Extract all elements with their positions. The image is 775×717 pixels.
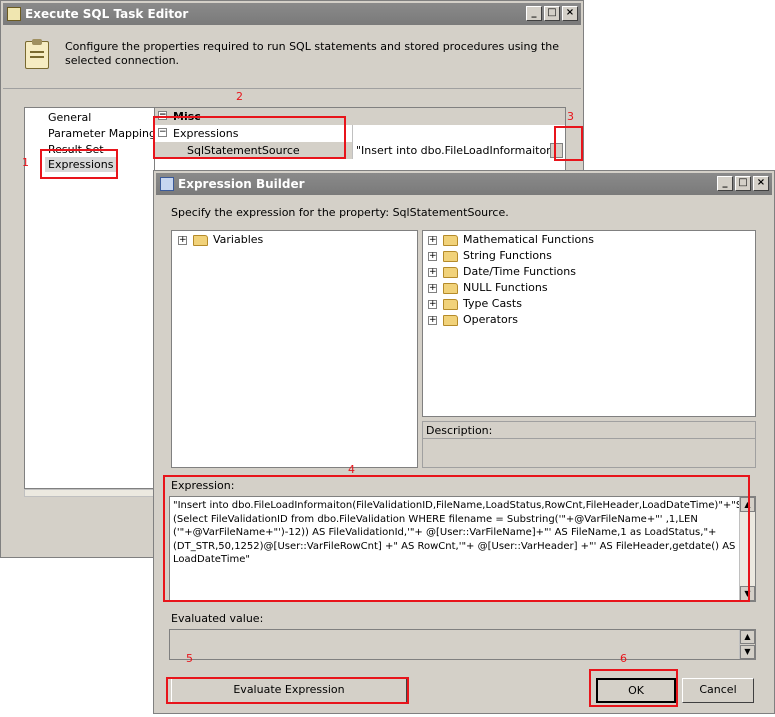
header-area: Configure the properties required to run…	[3, 27, 581, 89]
expand-variables-icon[interactable]: +	[178, 235, 187, 245]
close-button[interactable]: ×	[753, 176, 769, 191]
scroll-down-icon[interactable]: ▼	[740, 645, 755, 659]
annotation-box-6	[589, 669, 678, 707]
annotation-label-3: 3	[567, 110, 574, 123]
expand-icon[interactable]: +	[428, 235, 437, 245]
grid-property-value[interactable]: "Insert into dbo.FileLoadInformaiton(Fil…	[356, 142, 552, 159]
annotation-label-4: 4	[348, 463, 355, 476]
function-label: Type Casts	[463, 297, 522, 310]
folder-icon	[443, 266, 458, 278]
function-node[interactable]: + String Functions	[428, 249, 552, 262]
maximize-button[interactable]: □	[735, 176, 751, 191]
expression-builder-icon	[160, 177, 174, 191]
function-label: Operators	[463, 313, 518, 326]
sql-editor-title: Execute SQL Task Editor	[25, 7, 189, 21]
function-node[interactable]: + Operators	[428, 313, 518, 326]
expand-icon[interactable]: +	[428, 299, 437, 309]
variables-node[interactable]: + Variables	[178, 233, 263, 246]
annotation-label-2: 2	[236, 90, 243, 103]
variables-pane: + Variables	[171, 230, 418, 468]
expand-icon[interactable]: +	[428, 251, 437, 261]
folder-icon	[443, 250, 458, 262]
annotation-label-6: 6	[620, 652, 627, 665]
expr-builder-titlebar[interactable]: Expression Builder _ □ ×	[156, 173, 772, 195]
folder-icon	[443, 314, 458, 326]
annotation-label-1: 1	[22, 156, 29, 169]
expr-builder-window-controls: _ □ ×	[717, 176, 769, 191]
description-content	[423, 438, 755, 467]
annotation-box-3	[554, 126, 583, 161]
annotation-box-4	[163, 475, 750, 602]
expand-icon[interactable]: +	[428, 267, 437, 277]
function-label: Date/Time Functions	[463, 265, 576, 278]
function-node[interactable]: + NULL Functions	[428, 281, 548, 294]
editor-description: Configure the properties required to run…	[65, 40, 559, 67]
cancel-button[interactable]: Cancel	[682, 678, 754, 703]
expression-builder-window: Expression Builder _ □ × Specify the exp…	[153, 170, 775, 714]
expand-icon[interactable]: +	[428, 283, 437, 293]
minimize-button[interactable]: _	[526, 6, 542, 21]
minimize-button[interactable]: _	[717, 176, 733, 191]
function-label: String Functions	[463, 249, 552, 262]
sql-task-icon	[7, 7, 21, 21]
nav-item-parameter-mapping[interactable]: Parameter Mapping	[48, 127, 156, 140]
folder-icon	[443, 282, 458, 294]
folder-icon	[193, 234, 208, 246]
function-node[interactable]: + Mathematical Functions	[428, 233, 594, 246]
evaluated-scrollbar[interactable]: ▲ ▼	[739, 630, 755, 659]
function-node[interactable]: + Date/Time Functions	[428, 265, 576, 278]
editor-bottom-scroll	[24, 489, 155, 497]
close-button[interactable]: ×	[562, 6, 578, 21]
grid-divider	[352, 125, 353, 159]
function-label: Mathematical Functions	[463, 233, 594, 246]
function-node[interactable]: + Type Casts	[428, 297, 522, 310]
annotation-box-2	[153, 116, 346, 159]
evaluated-value-label: Evaluated value:	[171, 612, 264, 625]
folder-icon	[443, 298, 458, 310]
clipboard-icon	[25, 39, 49, 69]
folder-icon	[443, 234, 458, 246]
expr-builder-title: Expression Builder	[178, 177, 305, 191]
nav-item-general[interactable]: General	[48, 111, 91, 124]
maximize-button[interactable]: □	[544, 6, 560, 21]
sql-editor-titlebar[interactable]: Execute SQL Task Editor _ □ ×	[3, 3, 581, 25]
annotation-box-1	[40, 149, 118, 179]
scroll-up-icon[interactable]: ▲	[740, 630, 755, 644]
variables-label: Variables	[213, 233, 264, 246]
description-pane: Description:	[422, 421, 756, 468]
functions-pane: + Mathematical Functions + String Function…	[422, 230, 756, 417]
description-label: Description:	[426, 424, 493, 437]
sql-editor-window-controls: _ □ ×	[526, 6, 578, 21]
annotation-label-5: 5	[186, 652, 193, 665]
evaluated-value-box: ▲ ▼	[169, 629, 756, 660]
annotation-box-5	[166, 677, 409, 704]
function-label: NULL Functions	[463, 281, 548, 294]
expr-prompt: Specify the expression for the property:…	[171, 206, 509, 219]
expand-icon[interactable]: +	[428, 315, 437, 325]
